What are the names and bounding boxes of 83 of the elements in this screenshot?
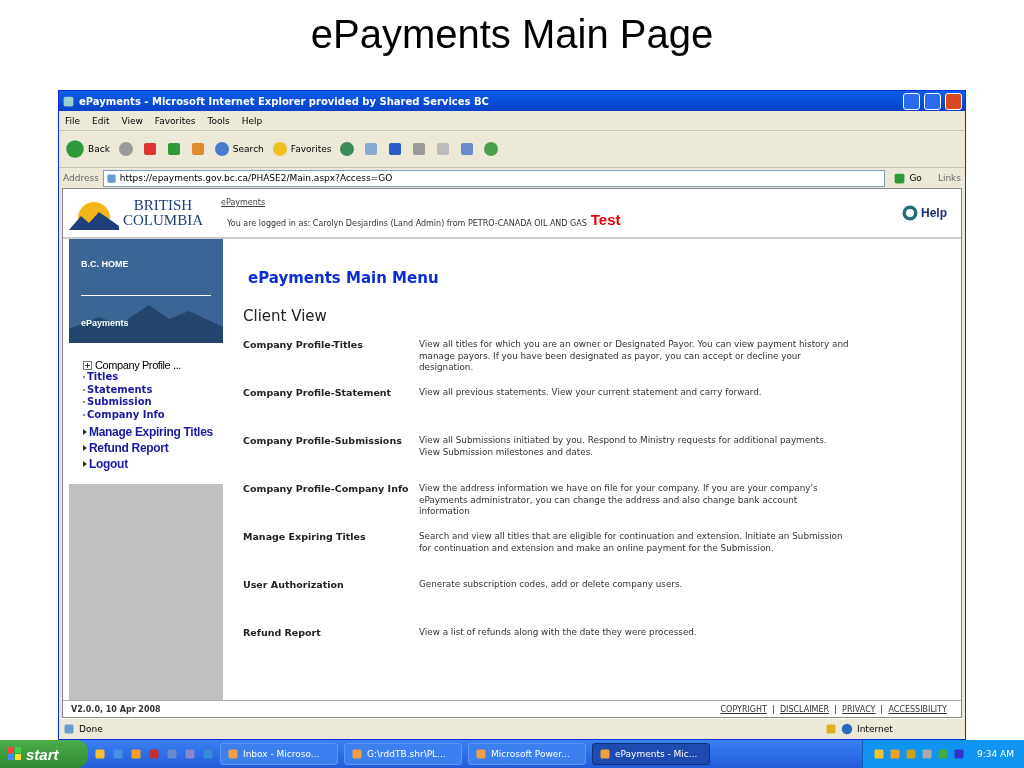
menu-title: Company Profile-Submissions bbox=[243, 435, 403, 448]
sidebar-link[interactable]: Manage Expiring Titles bbox=[83, 424, 217, 440]
menu-item[interactable]: Favorites bbox=[154, 115, 196, 126]
menu-description: View all titles for which you are an owner or Designated Payor. You can view payment history and manage payors. If you have been designated as payor, you can accept or decline your designation. bbox=[419, 339, 849, 374]
taskbar-button[interactable]: Inbox - Microso... bbox=[220, 743, 338, 765]
menu-title: User Authorization bbox=[243, 579, 345, 592]
menu-description: View all Submissions initiated by you. Respond to Ministry requests for additional payments. View Submission milestones and dates. bbox=[419, 435, 828, 459]
submenu-link[interactable]: Submission bbox=[83, 396, 217, 409]
minimize-button[interactable] bbox=[903, 92, 920, 110]
menu-title: Refund Report bbox=[243, 627, 322, 640]
footer-link[interactable]: PRIVACY bbox=[835, 704, 882, 714]
menu-title: Manage Expiring Titles bbox=[243, 531, 367, 544]
environment-label: Test bbox=[590, 211, 621, 228]
tray-icon[interactable] bbox=[905, 748, 917, 760]
menu-item[interactable]: Help bbox=[241, 115, 263, 126]
app-icon[interactable] bbox=[227, 748, 239, 760]
version-text: V2.0.0, 10 Apr 2008 bbox=[71, 704, 162, 714]
menu-title: Company Profile-Statement bbox=[243, 387, 393, 400]
help-icon bbox=[902, 205, 918, 221]
footer-link[interactable]: ACCESSIBILITY bbox=[881, 704, 953, 714]
window-title: ePayments - Microsoft Internet Explorer provided by Shared Services BC bbox=[79, 95, 490, 107]
clock: 9:34 AM bbox=[977, 749, 1014, 759]
windows-logo-icon bbox=[8, 747, 22, 761]
expand-icon[interactable] bbox=[83, 360, 92, 370]
menu-item[interactable]: File bbox=[65, 115, 81, 126]
quick-launch-icon[interactable] bbox=[166, 748, 178, 760]
toolbar-button[interactable]: Favorites bbox=[271, 141, 332, 157]
status-text: Done bbox=[79, 724, 104, 734]
links-button[interactable]: Links bbox=[929, 173, 961, 183]
tray-icon[interactable] bbox=[873, 748, 885, 760]
app-icon[interactable] bbox=[599, 748, 611, 760]
taskbar-button[interactable]: ePayments - Mic... bbox=[592, 743, 710, 765]
submenu-link[interactable]: Statements bbox=[83, 383, 217, 396]
menu-description: Generate subscription codes, add or delete company users. bbox=[419, 579, 684, 591]
address-field[interactable]: https://epayments.gov.bc.ca/PHASE2/Main.aspx?Access=GO bbox=[102, 169, 886, 187]
arrow-icon bbox=[83, 429, 87, 435]
footer-link[interactable]: DISCLAIMER bbox=[772, 704, 836, 714]
footer-link[interactable]: COPYRIGHT bbox=[714, 704, 773, 714]
sidebar-link[interactable]: Refund Report bbox=[83, 440, 217, 456]
go-button[interactable]: Go bbox=[889, 171, 926, 185]
quick-launch-icon[interactable] bbox=[148, 748, 160, 760]
help-link[interactable]: Help bbox=[902, 205, 955, 221]
logo-text: BRITISH COLUMBIA bbox=[123, 198, 203, 228]
quick-launch-icon[interactable] bbox=[202, 748, 214, 760]
address-label: Address bbox=[63, 173, 99, 183]
quick-launch-icon[interactable] bbox=[94, 748, 106, 760]
app-icon[interactable] bbox=[475, 748, 487, 760]
maximize-button[interactable] bbox=[924, 92, 941, 110]
menu-item[interactable]: Edit bbox=[92, 115, 110, 126]
quick-launch-icon[interactable] bbox=[184, 748, 196, 760]
tree-item[interactable]: Company Profile ... bbox=[83, 359, 217, 371]
toolbar-button[interactable]: Back bbox=[65, 139, 110, 159]
tray-icon[interactable] bbox=[921, 748, 933, 760]
logged-in-text: You are logged in as: Carolyn Desjardins (Land Admin) from PETRO-CANADA OIL AND GAS bbox=[226, 219, 587, 228]
start-button[interactable]: start bbox=[0, 740, 88, 768]
quick-launch-icon[interactable] bbox=[112, 748, 124, 760]
main-heading: ePayments Main Menu bbox=[248, 269, 440, 287]
menu-description: View all previous statements. View your current statement and carry forward. bbox=[419, 387, 763, 399]
quick-launch-icon[interactable] bbox=[130, 748, 142, 760]
arrow-icon bbox=[83, 445, 87, 451]
taskbar-button[interactable]: G:\rddTB.shr\PL... bbox=[344, 743, 462, 765]
close-button[interactable] bbox=[945, 92, 962, 110]
taskbar-button[interactable]: Microsoft Power... bbox=[468, 743, 586, 765]
sidebar-link[interactable]: Logout bbox=[83, 456, 217, 472]
submenu-link[interactable]: Titles bbox=[83, 371, 217, 384]
slide-title: ePayments Main Page bbox=[310, 12, 714, 58]
menu-description: View a list of refunds along with the date they were processed. bbox=[419, 627, 698, 639]
menu-item[interactable]: View bbox=[121, 115, 143, 126]
arrow-icon bbox=[83, 461, 87, 467]
menu-description: Search and view all titles that are eligible for continuation and extension. Initiate an Submission for continuation and extension and make an online payment for the Submission. bbox=[419, 531, 844, 555]
tray-icon[interactable] bbox=[889, 748, 901, 760]
menu-item[interactable]: Tools bbox=[207, 115, 230, 126]
submenu-link[interactable]: Company Info bbox=[83, 408, 217, 421]
toolbar-button[interactable]: Search bbox=[213, 141, 264, 157]
section-heading: Client View bbox=[243, 307, 328, 325]
menu-title: Company Profile-Company Info bbox=[243, 483, 410, 496]
zone-text: Internet bbox=[857, 724, 893, 734]
tray-icon[interactable] bbox=[953, 748, 965, 760]
home-link[interactable]: B.C. HOME bbox=[81, 259, 211, 269]
menu-title: Company Profile-Titles bbox=[243, 339, 364, 352]
app-icon[interactable] bbox=[351, 748, 363, 760]
breadcrumb-link[interactable]: ePayments bbox=[221, 198, 884, 207]
menu-description: View the address information we have on file for your company. If you are your company's ePayments administrator, you can change the address and also change bank account information bbox=[419, 483, 819, 518]
